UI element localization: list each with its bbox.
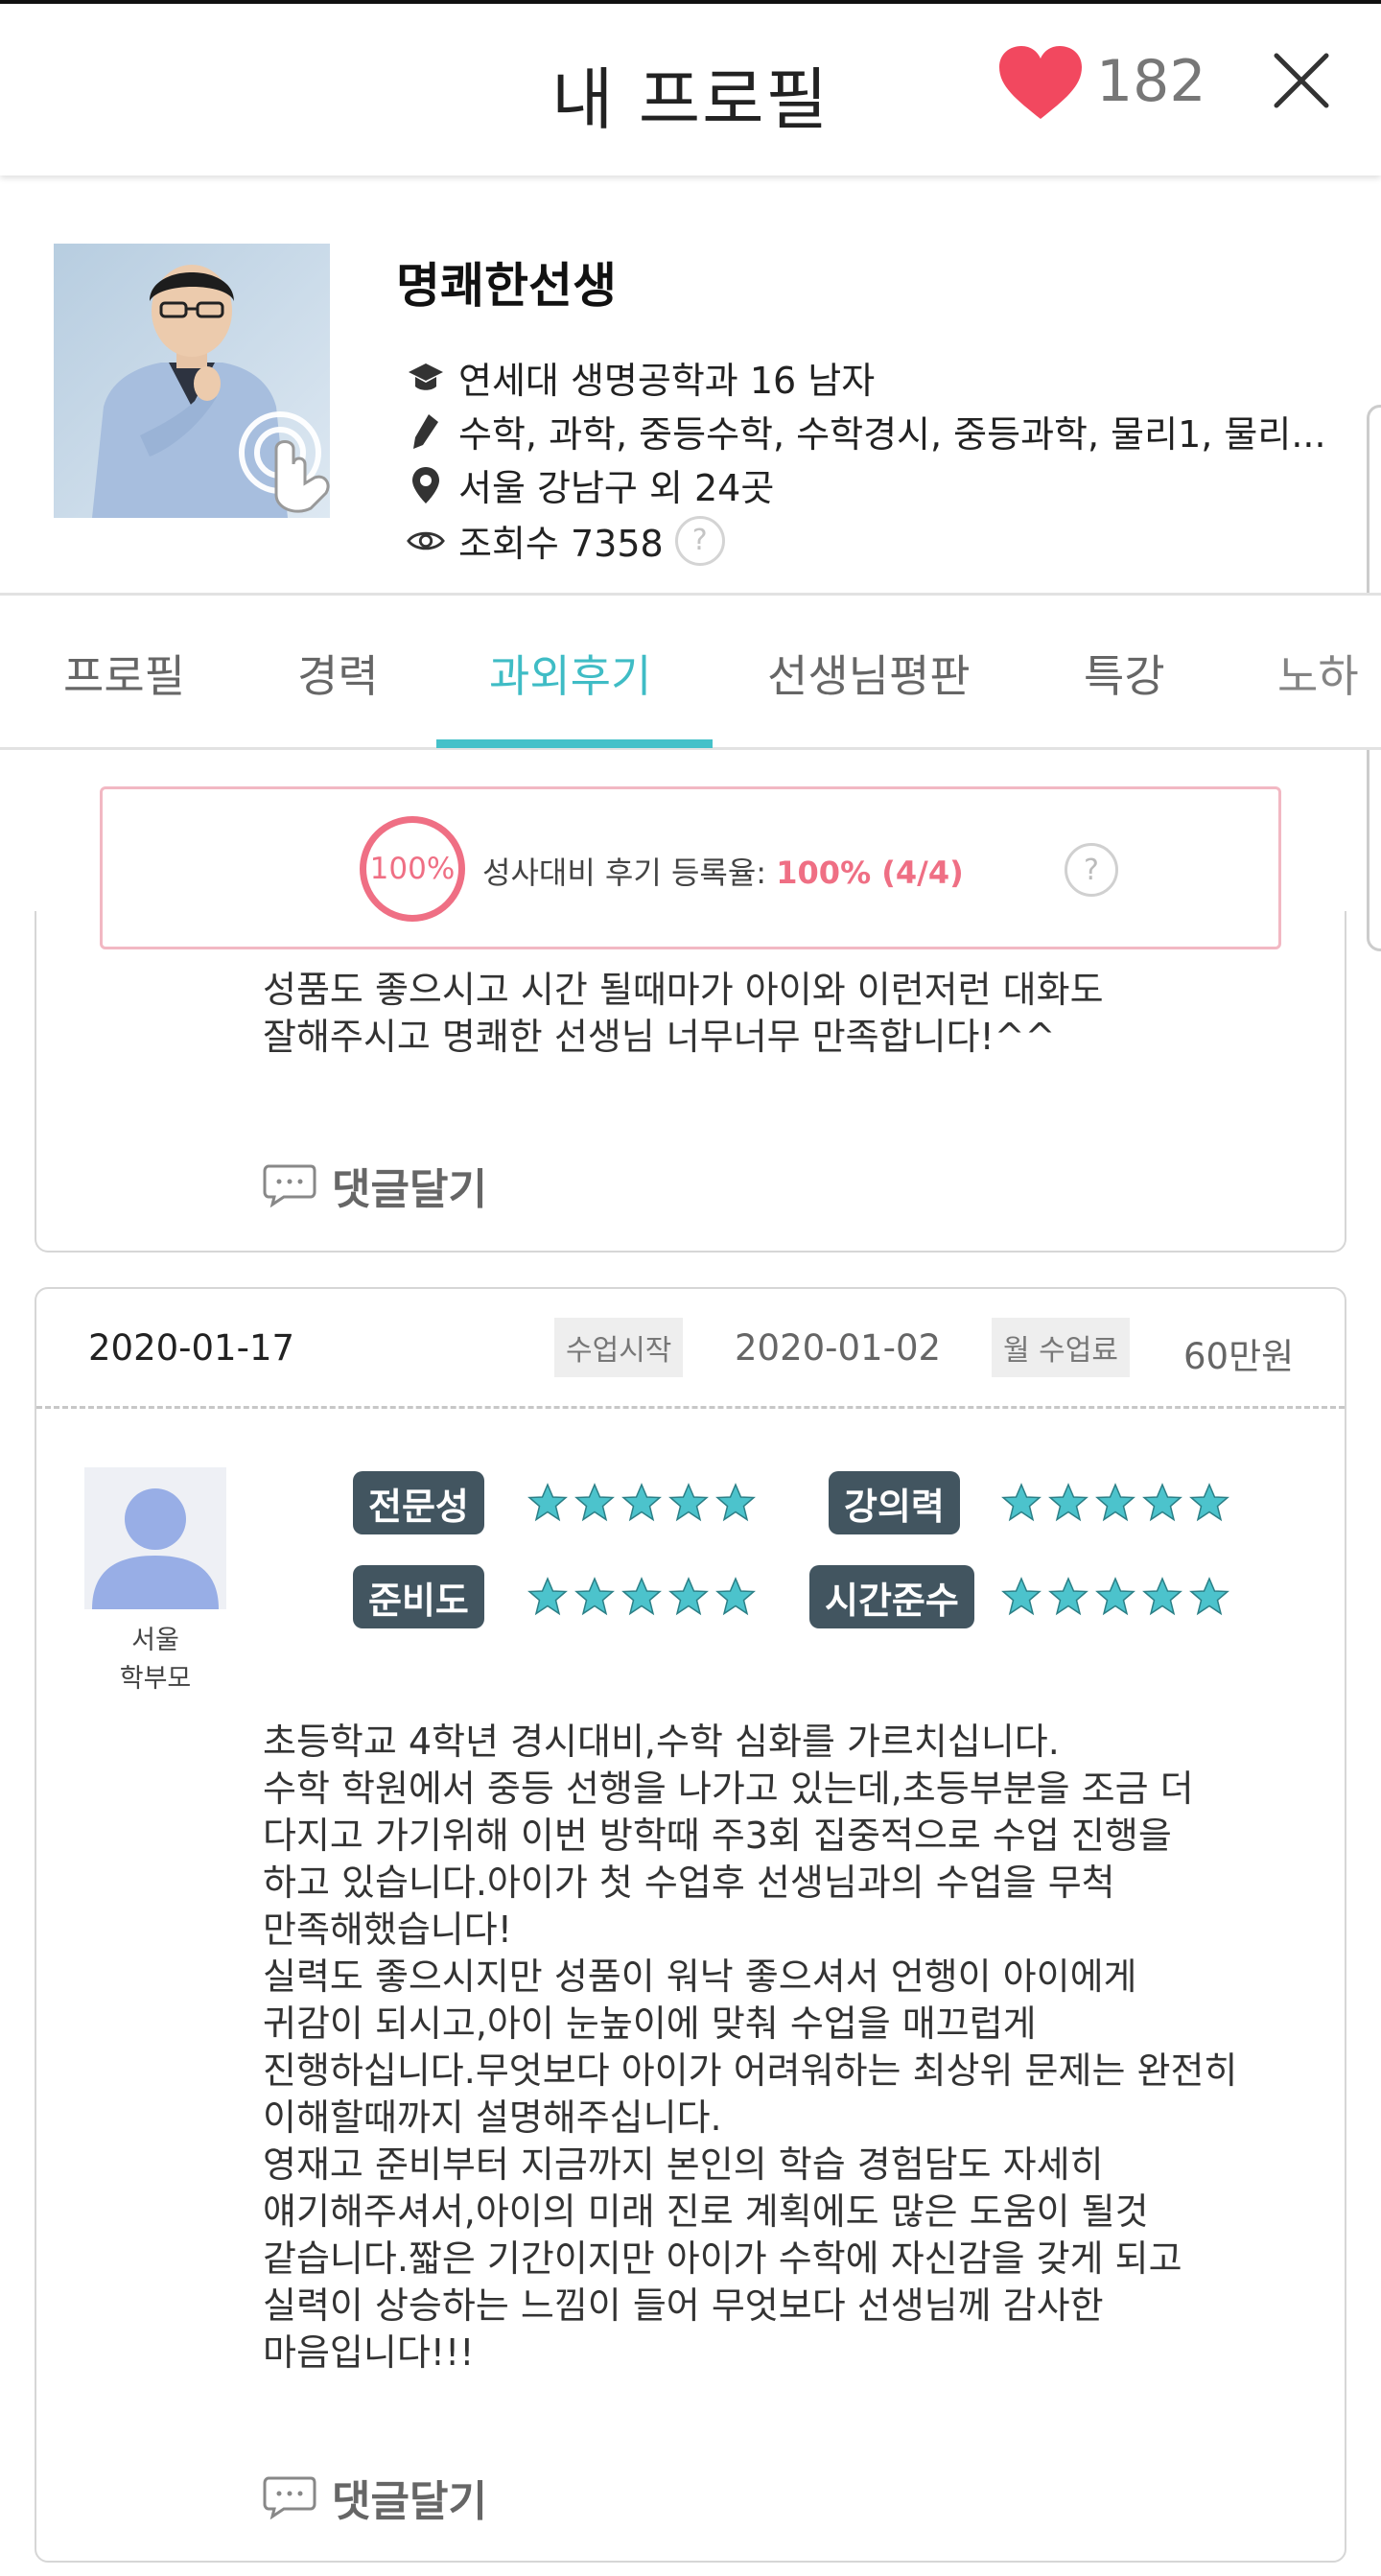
class-start-date: 2020-01-02 xyxy=(735,1327,942,1369)
eye-icon xyxy=(407,522,445,560)
review-rate-help-icon[interactable]: ? xyxy=(1065,843,1118,897)
reviewer-region: 서울 xyxy=(131,1626,179,1655)
reviewer-avatar xyxy=(84,1467,226,1609)
monthly-fee: 60만원 xyxy=(1183,1336,1295,1377)
views-row: 조회수 7358 ? xyxy=(407,514,725,567)
review-rate-value: 100% (4/4) xyxy=(776,855,964,891)
star-icon xyxy=(1048,1483,1088,1522)
star-icon xyxy=(621,1483,662,1522)
views-text: 조회수 7358 xyxy=(458,523,664,565)
speech-bubble-icon xyxy=(263,1164,316,1207)
star-icon xyxy=(1001,1577,1042,1616)
comment-label: 댓글달기 xyxy=(332,2477,487,2526)
star-icon xyxy=(574,1483,615,1522)
school-text: 연세대 생명공학과 16 남자 xyxy=(458,360,876,402)
monthly-fee-tag: 월 수업료 xyxy=(992,1318,1130,1377)
location-row: 서울 강남구 외 24곳 xyxy=(407,458,774,511)
comment-button[interactable]: 댓글달기 xyxy=(263,1155,487,1216)
rating-label-punctuality: 시간준수 xyxy=(809,1565,974,1628)
comment-label: 댓글달기 xyxy=(332,1165,487,1214)
star-icon xyxy=(1048,1577,1088,1616)
star-icon xyxy=(527,1577,568,1616)
star-icon xyxy=(1142,1483,1182,1522)
tab-reviews[interactable]: 과외후기 xyxy=(489,642,651,705)
rating-stars-preparation xyxy=(527,1577,756,1617)
dashed-divider xyxy=(36,1406,1345,1409)
top-bar: 내 프로필 182 xyxy=(0,0,1381,176)
tab-bar: 프로필 경력 과외후기 선생님평판 특강 노하 xyxy=(0,593,1381,750)
star-icon xyxy=(715,1483,756,1522)
teacher-name: 명쾌한선생 xyxy=(396,258,617,314)
review-rate-box: 100% 성사대비 후기 등록율: 100% (4/4) ? xyxy=(100,786,1281,949)
heart-icon[interactable] xyxy=(997,44,1084,121)
rating-label-expertise: 전문성 xyxy=(353,1471,484,1534)
like-count: 182 xyxy=(1096,48,1206,115)
star-icon xyxy=(1095,1577,1135,1616)
review-card: 2020-01-17 수업시작 2020-01-02 월 수업료 60만원 서울… xyxy=(35,1287,1346,2563)
comment-button[interactable]: 댓글달기 xyxy=(263,2467,487,2528)
location-text: 서울 강남구 외 24곳 xyxy=(458,467,775,509)
tab-reputation[interactable]: 선생님평판 xyxy=(767,642,971,705)
review-rate-ring: 100% xyxy=(360,816,465,922)
star-icon xyxy=(1001,1483,1042,1522)
tab-knowhow[interactable]: 노하 xyxy=(1277,642,1359,705)
star-icon xyxy=(1189,1577,1229,1616)
review-rate-text: 성사대비 후기 등록율: 100% (4/4) xyxy=(482,849,964,893)
star-icon xyxy=(668,1483,709,1522)
rating-label-preparation: 준비도 xyxy=(353,1565,484,1628)
teacher-photo[interactable] xyxy=(54,244,330,518)
graduation-cap-icon xyxy=(407,359,445,397)
review-card: 성품도 좋으시고 시간 될때마가 아이와 이런저런 대화도 잘해주시고 명쾌한 … xyxy=(35,911,1346,1253)
star-icon xyxy=(1142,1577,1182,1616)
tab-profile[interactable]: 프로필 xyxy=(63,642,185,705)
rating-stars-punctuality xyxy=(1001,1577,1229,1617)
tab-special-lecture[interactable]: 특강 xyxy=(1084,642,1165,705)
review-date: 2020-01-17 xyxy=(88,1327,295,1369)
review-text: 성품도 좋으시고 시간 될때마가 아이와 이런저런 대화도 잘해주시고 명쾌한 … xyxy=(263,969,1104,1058)
speech-bubble-icon xyxy=(263,2476,316,2519)
reviewer-type: 학부모 xyxy=(119,1664,192,1694)
school-row: 연세대 생명공학과 16 남자 xyxy=(407,351,875,404)
class-start-tag: 수업시작 xyxy=(554,1318,684,1377)
star-icon xyxy=(668,1577,709,1616)
review-rate-label: 성사대비 후기 등록율: xyxy=(482,855,777,891)
close-icon[interactable] xyxy=(1271,50,1332,111)
rating-label-teaching: 강의력 xyxy=(829,1471,960,1534)
rating-stars-expertise xyxy=(527,1483,756,1523)
star-icon xyxy=(715,1577,756,1616)
star-icon xyxy=(1189,1483,1229,1522)
subjects-row: 수학, 과학, 중등수학, 수학경시, 중등과학, 물리1, 물리... xyxy=(407,405,1326,457)
star-icon xyxy=(527,1483,568,1522)
location-pin-icon xyxy=(407,466,445,504)
active-tab-indicator xyxy=(436,739,713,748)
star-icon xyxy=(621,1577,662,1616)
star-icon xyxy=(574,1577,615,1616)
subjects-text: 수학, 과학, 중등수학, 수학경시, 중등과학, 물리1, 물리... xyxy=(458,413,1326,456)
pencil-icon xyxy=(407,412,445,451)
tab-career[interactable]: 경력 xyxy=(297,642,379,705)
review-text: 초등학교 4학년 경시대비,수학 심화를 가르치십니다. 수학 학원에서 중등 … xyxy=(263,1721,1238,2374)
rating-stars-teaching xyxy=(1001,1483,1229,1523)
views-help-icon[interactable]: ? xyxy=(674,515,725,566)
star-icon xyxy=(1095,1483,1135,1522)
